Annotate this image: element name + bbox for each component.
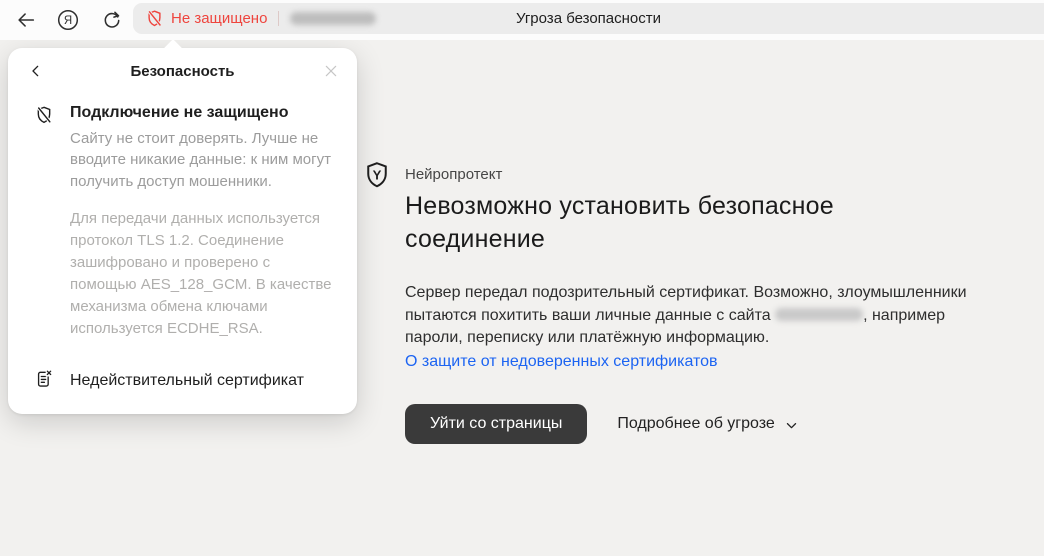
address-bar[interactable]: Не защищено Угроза безопасности bbox=[133, 3, 1044, 34]
security-status-label: Не защищено bbox=[171, 10, 267, 27]
chevron-left-icon[interactable] bbox=[28, 63, 44, 79]
panel-title: Безопасность bbox=[130, 63, 234, 80]
threat-details-label: Подробнее об угрозе bbox=[617, 415, 774, 433]
yandex-logo-glyph: Я bbox=[64, 15, 72, 27]
shield-glyph: Y bbox=[373, 168, 382, 183]
browser-toolbar: Я Не защищено Угроза безопасности bbox=[0, 0, 1044, 40]
security-status-chip[interactable]: Не защищено bbox=[133, 9, 267, 28]
chip-divider bbox=[278, 11, 279, 26]
error-description: Сервер передал подозрительный сертификат… bbox=[405, 282, 981, 350]
connection-item-description: Сайту не стоит доверять. Лучше не вводит… bbox=[70, 128, 335, 192]
back-icon[interactable] bbox=[14, 8, 38, 32]
shield-crossed-icon bbox=[34, 104, 70, 340]
brand-label: Нейропротект bbox=[405, 166, 990, 183]
connection-item-details: Для передачи данных используется протоко… bbox=[70, 208, 335, 340]
threat-details-button[interactable]: Подробнее об угрозе bbox=[617, 415, 798, 433]
neuroprotect-shield-icon: Y bbox=[362, 160, 392, 190]
yandex-logo-icon[interactable]: Я bbox=[56, 8, 80, 32]
leave-page-button[interactable]: Уйти со страницы bbox=[405, 404, 587, 444]
redacted-domain-blur bbox=[775, 308, 863, 321]
certificates-info-link[interactable]: О защите от недоверенных сертификатов bbox=[405, 353, 718, 371]
redacted-url-blur bbox=[290, 12, 376, 25]
refresh-icon[interactable] bbox=[100, 8, 124, 32]
shield-crossed-icon-red bbox=[145, 9, 164, 28]
error-page-content: Нейропротект Невозможно установить безоп… bbox=[405, 166, 990, 444]
connection-status-item: Подключение не защищено Сайту не стоит д… bbox=[8, 94, 357, 340]
panel-header: Безопасность bbox=[8, 48, 357, 94]
certificate-invalid-icon bbox=[34, 368, 70, 394]
security-panel: Безопасность Подключение не защищено Сай… bbox=[8, 48, 357, 414]
certificate-item[interactable]: Недействительный сертификат bbox=[8, 358, 357, 394]
action-buttons-row: Уйти со страницы Подробнее об угрозе bbox=[405, 404, 990, 444]
error-heading: Невозможно установить безопасное соедине… bbox=[405, 190, 950, 255]
close-icon[interactable] bbox=[323, 63, 339, 79]
certificate-item-label: Недействительный сертификат bbox=[70, 372, 304, 390]
connection-item-title: Подключение не защищено bbox=[70, 104, 335, 122]
chevron-down-icon bbox=[784, 418, 799, 433]
page-title: Угроза безопасности bbox=[133, 10, 1044, 27]
